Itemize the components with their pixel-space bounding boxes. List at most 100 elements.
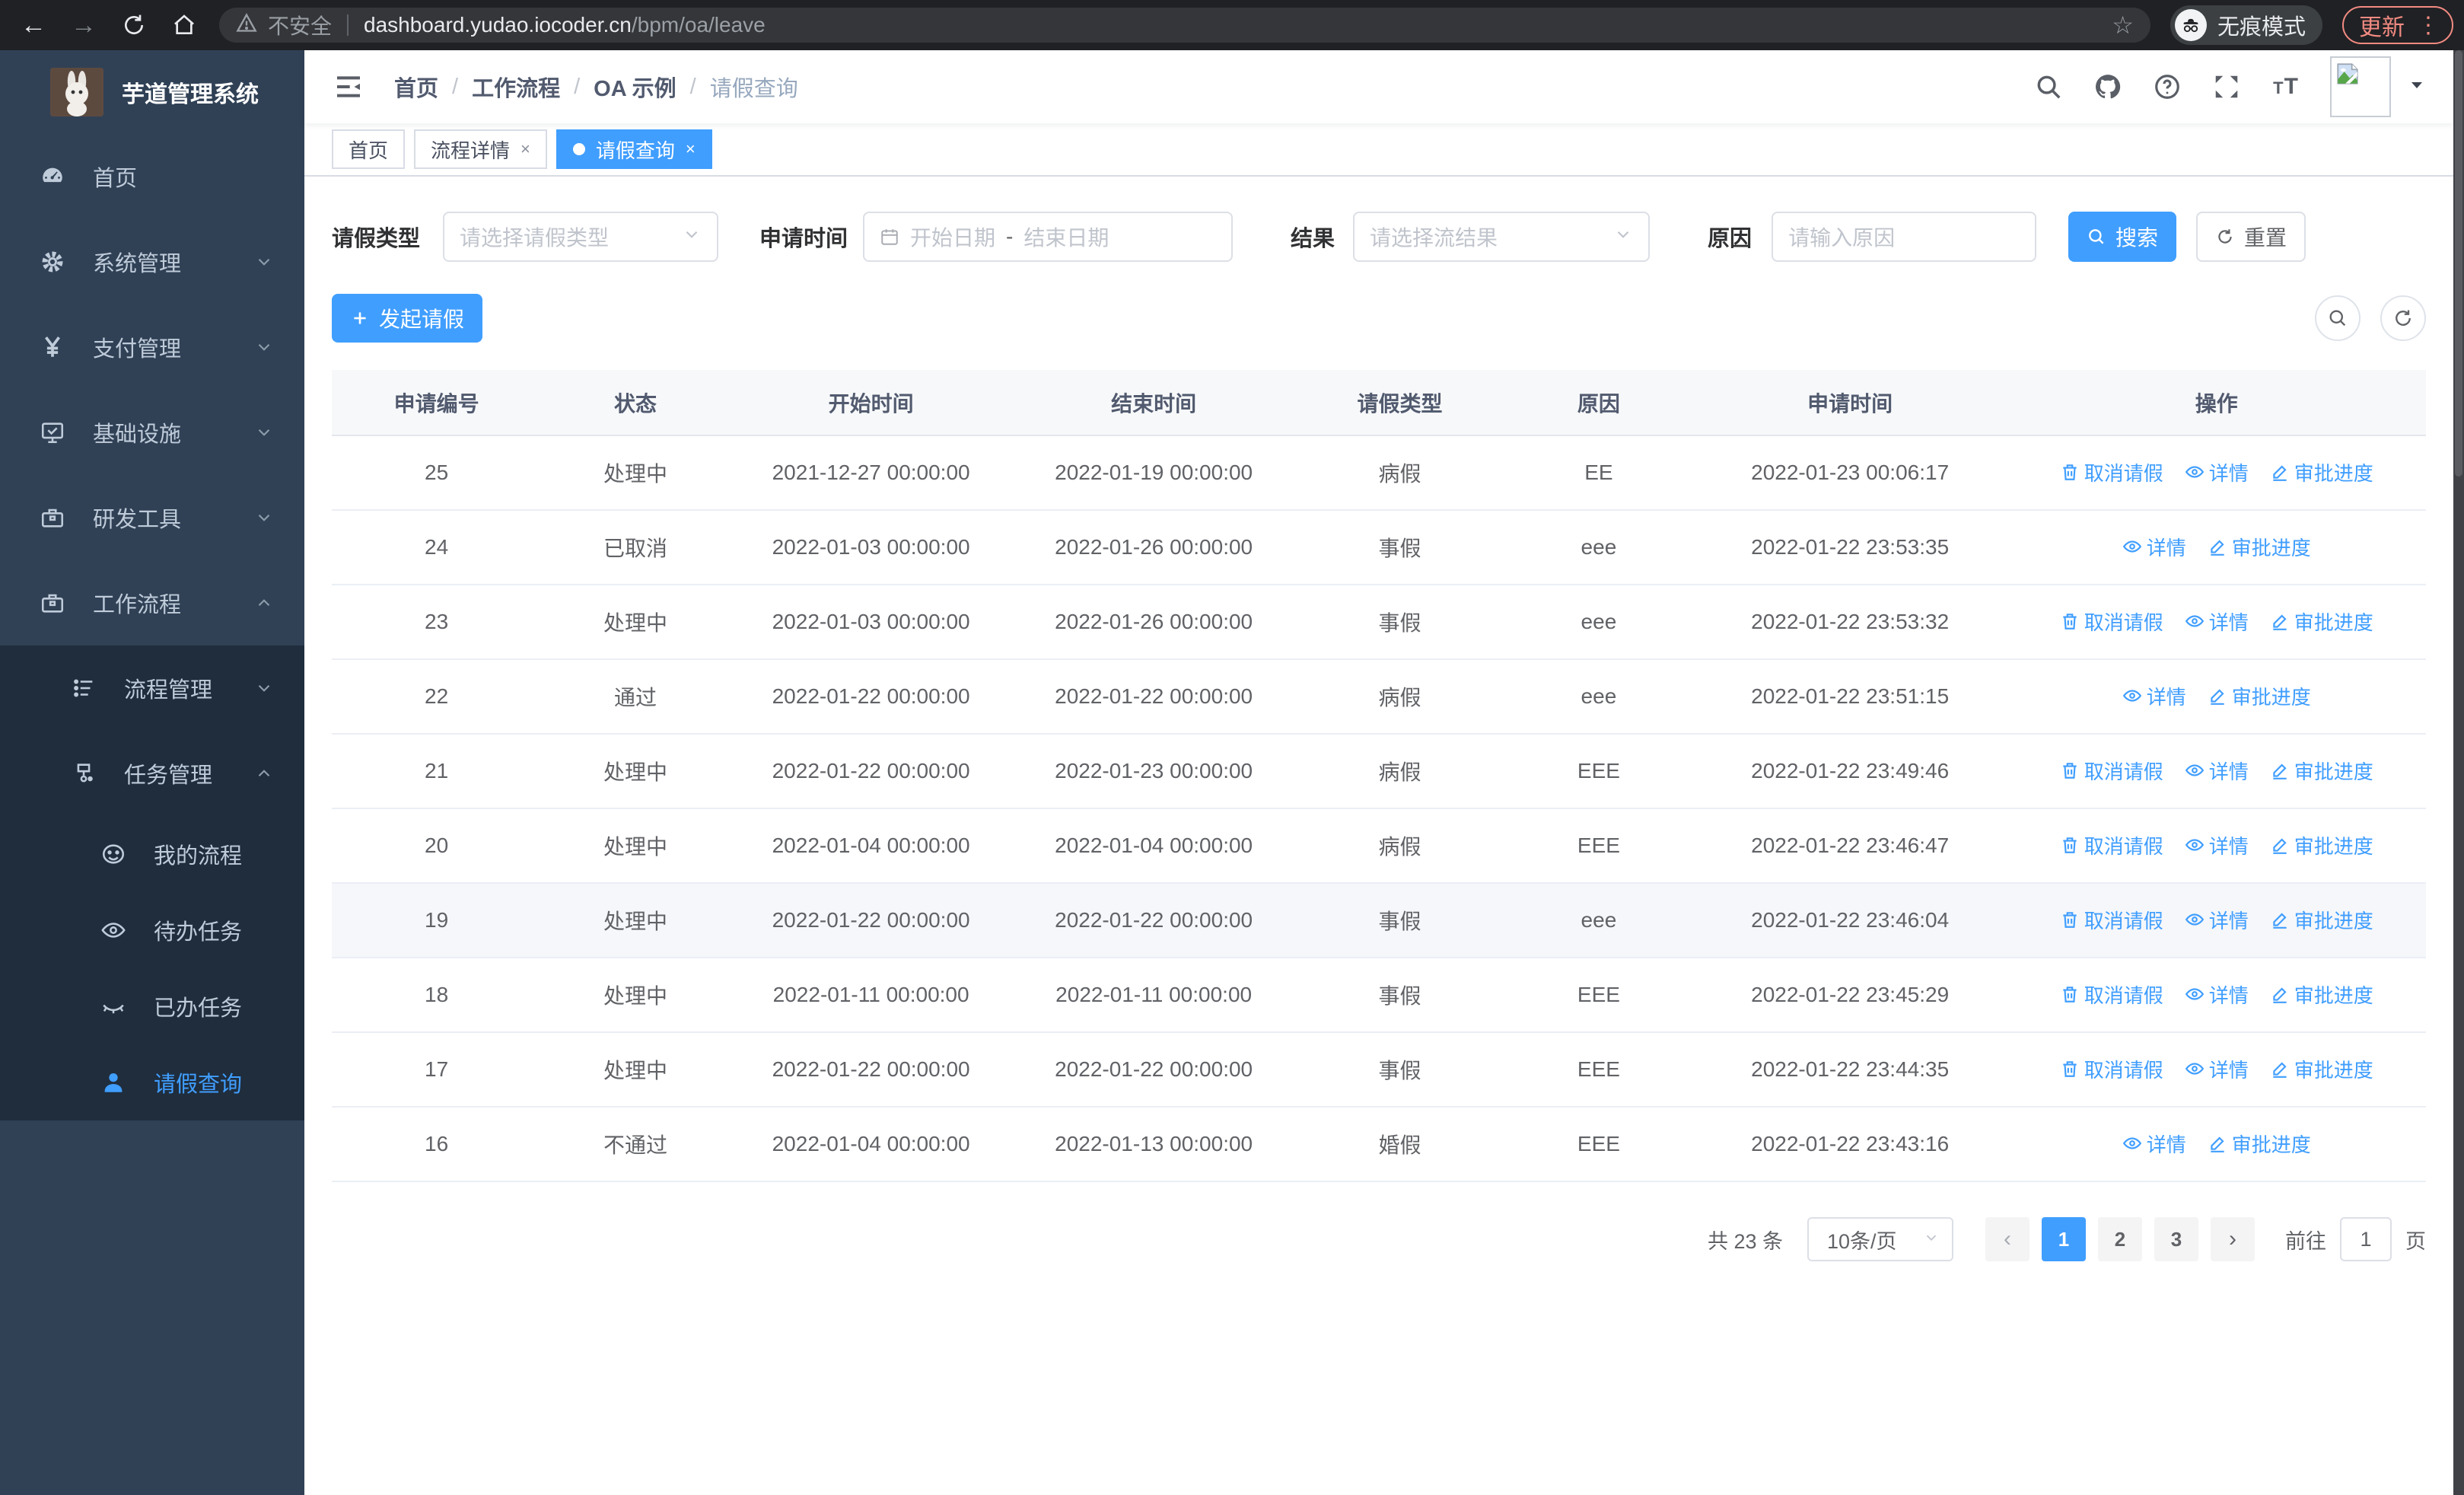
search-button[interactable]: 搜索 (2068, 212, 2177, 262)
scrollbar-thumb[interactable] (2455, 50, 2462, 477)
bookmark-star-icon[interactable]: ☆ (2112, 11, 2134, 40)
detail-action-link[interactable]: 详情 (2185, 980, 2249, 1009)
cell-end-time: 2022-01-26 00:00:00 (1012, 585, 1295, 660)
reset-button[interactable]: 重置 (2196, 212, 2306, 262)
sidebar-item-工作流程[interactable]: 工作流程 (0, 560, 304, 645)
create-leave-button[interactable]: 发起请假 (332, 294, 482, 343)
forward-icon[interactable]: → (68, 10, 99, 40)
progress-action-link[interactable]: 审批进度 (2270, 757, 2373, 785)
close-icon[interactable]: × (520, 139, 530, 159)
tab-流程详情[interactable]: 流程详情 × (414, 129, 547, 169)
sidebar-item-支付管理[interactable]: 支付管理 (0, 304, 304, 390)
detail-action-link[interactable]: 详情 (2185, 757, 2249, 785)
sidebar-item-基础设施[interactable]: 基础设施 (0, 390, 304, 475)
breadcrumb-item[interactable]: OA 示例 (594, 71, 676, 103)
sidebar-collapse-icon[interactable] (332, 70, 365, 104)
back-icon[interactable]: ← (18, 10, 49, 40)
detail-action-link[interactable]: 详情 (2185, 1055, 2249, 1083)
progress-action-link[interactable]: 审批进度 (2270, 980, 2373, 1009)
prev-page-button[interactable]: ‹ (1985, 1217, 2029, 1261)
progress-action-link[interactable]: 审批进度 (2270, 831, 2373, 859)
refresh-table-button[interactable] (2380, 295, 2426, 341)
leave-type-select[interactable]: 请选择请假类型 (443, 212, 719, 262)
sidebar-item-请假查询[interactable]: 请假查询 (0, 1044, 304, 1120)
fullscreen-icon[interactable] (2208, 69, 2245, 105)
app-logo-row[interactable]: 芋道管理系统 (0, 50, 304, 134)
search-icon[interactable] (2030, 69, 2067, 105)
progress-action-link[interactable]: 审批进度 (2208, 682, 2311, 710)
progress-action-link[interactable]: 审批进度 (2270, 906, 2373, 934)
browser-menu-icon[interactable]: ⋮ (2417, 12, 2440, 39)
reason-input[interactable]: 请输入原因 (1772, 212, 2037, 262)
page-button-1[interactable]: 1 (2042, 1217, 2086, 1261)
home-icon[interactable] (169, 10, 199, 40)
progress-action-link[interactable]: 审批进度 (2208, 1130, 2311, 1158)
edit-icon (2208, 1133, 2227, 1153)
next-page-button[interactable]: › (2211, 1217, 2255, 1261)
reload-icon[interactable] (119, 10, 149, 40)
detail-action-link[interactable]: 详情 (2122, 533, 2186, 561)
apply-time-range-picker[interactable]: 开始日期 - 结束日期 (863, 212, 1234, 262)
refresh-icon (2218, 229, 2232, 244)
toggle-search-button[interactable] (2315, 295, 2361, 341)
sidebar-item-待办任务[interactable]: 待办任务 (0, 892, 304, 968)
cancel-action-link[interactable]: 取消请假 (2060, 607, 2163, 636)
sidebar-item-我的流程[interactable]: 我的流程 (0, 816, 304, 892)
detail-action-link[interactable]: 详情 (2122, 1130, 2186, 1158)
cancel-action-link[interactable]: 取消请假 (2060, 1055, 2163, 1083)
user-avatar[interactable] (2330, 56, 2391, 117)
page-button-3[interactable]: 3 (2154, 1217, 2198, 1261)
address-bar[interactable]: 不安全 dashboard.yudao.iocoder.cn/bpm/oa/le… (219, 8, 2150, 43)
user-menu-caret-icon[interactable] (2408, 76, 2426, 98)
progress-action-link[interactable]: 审批进度 (2270, 607, 2373, 636)
breadcrumb-item[interactable]: 首页 (394, 71, 438, 103)
cell-leave-type: 事假 (1294, 1032, 1505, 1108)
end-date-placeholder[interactable]: 结束日期 (1023, 222, 1109, 252)
action-label: 取消请假 (2084, 983, 2163, 1007)
action-label: 审批进度 (2294, 1058, 2373, 1082)
font-size-icon[interactable]: TT (2268, 69, 2304, 105)
tab-请假查询[interactable]: 请假查询 × (556, 129, 712, 169)
detail-action-link[interactable]: 详情 (2122, 682, 2186, 710)
sidebar-item-已办任务[interactable]: 已办任务 (0, 968, 304, 1044)
progress-action-link[interactable]: 审批进度 (2270, 458, 2373, 486)
page-button-2[interactable]: 2 (2098, 1217, 2142, 1261)
tab-首页[interactable]: 首页 (332, 129, 406, 169)
start-date-placeholder[interactable]: 开始日期 (910, 222, 995, 252)
action-label: 详情 (2146, 1133, 2186, 1156)
search-icon (2089, 229, 2104, 244)
eye-icon (2185, 760, 2205, 780)
cancel-action-link[interactable]: 取消请假 (2060, 906, 2163, 934)
cell-leave-type: 事假 (1294, 958, 1505, 1033)
breadcrumb-item[interactable]: 工作流程 (472, 71, 560, 103)
sidebar-item-系统管理[interactable]: 系统管理 (0, 219, 304, 304)
cell-actions: 取消请假 详情 审批进度 (2007, 883, 2426, 958)
help-icon[interactable] (2149, 69, 2185, 105)
cell-actions: 取消请假 详情 审批进度 (2007, 734, 2426, 809)
progress-action-link[interactable]: 审批进度 (2270, 1055, 2373, 1083)
update-label[interactable]: 更新 (2359, 8, 2405, 42)
browser-update-button[interactable]: 更新 ⋮ (2342, 6, 2453, 44)
cancel-action-link[interactable]: 取消请假 (2060, 458, 2163, 486)
detail-action-link[interactable]: 详情 (2185, 906, 2249, 934)
cell-start-time: 2022-01-22 00:00:00 (729, 883, 1013, 958)
sidebar-item-首页[interactable]: 首页 (0, 134, 304, 219)
dashboard-icon (40, 164, 65, 190)
detail-action-link[interactable]: 详情 (2185, 607, 2249, 636)
sidebar-item-label: 工作流程 (93, 593, 182, 617)
detail-action-link[interactable]: 详情 (2185, 831, 2249, 859)
cancel-action-link[interactable]: 取消请假 (2060, 831, 2163, 859)
sidebar-item-任务管理[interactable]: 任务管理 (0, 731, 304, 816)
detail-action-link[interactable]: 详情 (2185, 458, 2249, 486)
progress-action-link[interactable]: 审批进度 (2208, 533, 2311, 561)
cancel-action-link[interactable]: 取消请假 (2060, 757, 2163, 785)
page-size-select[interactable]: 10条/页 (1807, 1217, 1953, 1261)
close-icon[interactable]: × (686, 139, 696, 159)
sidebar-item-研发工具[interactable]: 研发工具 (0, 475, 304, 560)
cancel-action-link[interactable]: 取消请假 (2060, 980, 2163, 1009)
goto-page-input[interactable]: 1 (2340, 1217, 2392, 1261)
page-scrollbar[interactable] (2453, 50, 2464, 1495)
result-select[interactable]: 请选择流结果 (1353, 212, 1651, 262)
github-icon[interactable] (2090, 69, 2126, 105)
sidebar-item-流程管理[interactable]: 流程管理 (0, 645, 304, 731)
